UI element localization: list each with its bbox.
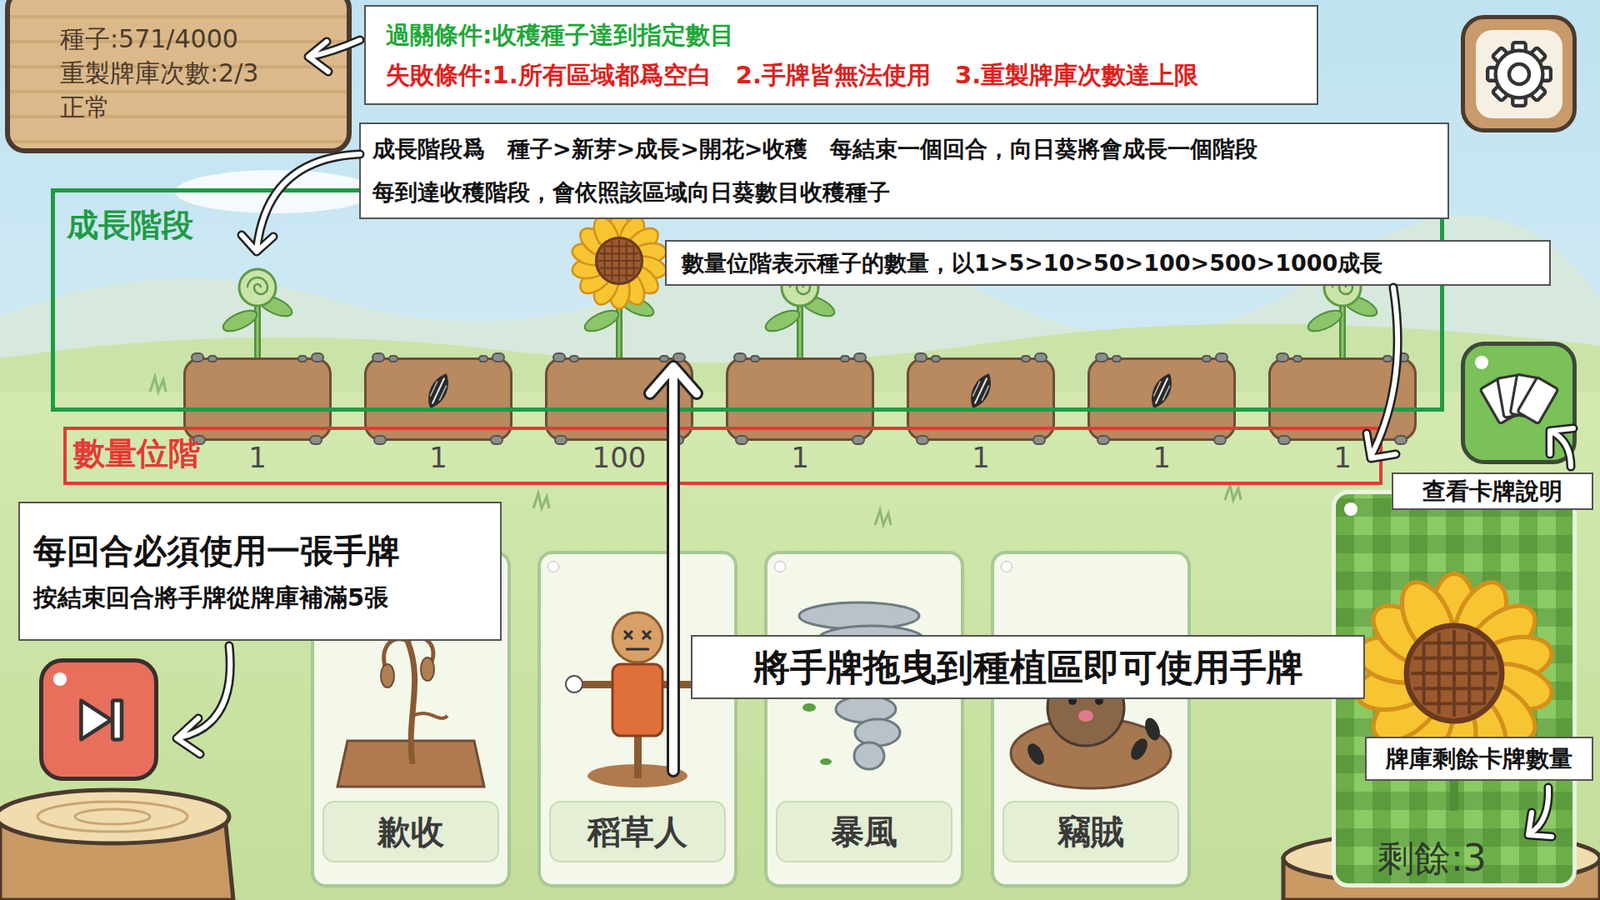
growth-note-box: 成長階段爲 種子>新芽>成長>開花>收穫 每結束一個回合，向日葵將會成長一個階段… (359, 122, 1450, 220)
stone (733, 352, 747, 363)
stone (190, 352, 205, 363)
card-label: 歉收 (322, 800, 500, 863)
stone (1111, 355, 1122, 363)
stone (659, 355, 670, 363)
card-label: 暴風 (775, 800, 953, 863)
quantity-tier-label: 數量位階 (73, 431, 200, 475)
drag-hint-box: 將手牌拖曳到種植區即可使用手牌 (690, 635, 1365, 700)
stone (1201, 355, 1212, 363)
quantity-tier-frame (63, 426, 1383, 485)
stone (478, 355, 489, 363)
status-sign: 種子:571/4000 重製牌庫次數:2/3 正常 (5, 0, 352, 154)
stone (1394, 435, 1408, 445)
stone (1277, 435, 1291, 445)
stone (1034, 352, 1048, 363)
button-corner-dot (53, 672, 67, 686)
hand-rule-title: 每回合必須使用一張手牌 (33, 529, 487, 573)
button-corner-dot (1475, 355, 1489, 370)
quantity-note-box: 數量位階表示種子的數量，以1>5>10>50>100>500>1000成長 (665, 240, 1551, 286)
settings-button[interactable] (1460, 15, 1577, 133)
growth-stage-label: 成長階段 (66, 203, 194, 247)
hand-card[interactable]: 暴風 (764, 550, 965, 888)
deck-count-label: 牌庫剩餘卡牌數量 (1365, 736, 1594, 781)
deck-corner-dot (1344, 502, 1358, 516)
stone (915, 435, 930, 445)
plant-area (364, 219, 513, 358)
card-label: 竊賊 (1002, 800, 1180, 863)
stone (554, 435, 568, 445)
stone (1395, 352, 1410, 363)
card-label: 稻草人 (549, 800, 726, 863)
card-info-button[interactable] (1460, 341, 1577, 465)
settings-button-face[interactable] (1475, 30, 1563, 119)
card-info-label: 查看卡牌說明 (1391, 472, 1594, 510)
hand-rule-detail: 按結束回合將手牌從牌庫補滿5張 (33, 580, 487, 615)
stone (569, 355, 580, 363)
stone (853, 352, 867, 363)
deck-remaining: 剩餘:3 (1377, 835, 1487, 882)
stone (1213, 435, 1227, 445)
card-corner-dot (547, 560, 560, 573)
sprout-icon (183, 219, 332, 358)
growth-note-line: 每到達收穫階段，會依照該區域向日葵數目收穫種子 (372, 176, 1436, 209)
seed-quantity: 100 (592, 440, 647, 475)
seed-quantity: 1 (248, 440, 267, 475)
stone (1215, 352, 1229, 363)
plot[interactable]: 1 (364, 219, 513, 475)
stone (1095, 352, 1109, 363)
stone (840, 355, 850, 363)
card-deck[interactable]: 剩餘:3 (1331, 490, 1577, 888)
seed-quantity: 1 (790, 440, 810, 475)
growth-note-line: 成長階段爲 種子>新芽>成長>開花>收穫 每結束一個回合，向日葵將會成長一個階段 (372, 133, 1436, 165)
condition-status: 正常 (60, 90, 347, 125)
stone (310, 352, 325, 363)
seed-count: 種子:571/4000 (60, 21, 347, 56)
stone (1096, 435, 1110, 445)
stone (750, 355, 760, 363)
seed-quantity: 1 (429, 440, 448, 475)
hand-card[interactable]: 稻草人 (537, 550, 738, 888)
card-corner-dot (1000, 560, 1013, 573)
stone (672, 352, 686, 363)
stone (1032, 435, 1046, 445)
card-corner-dot (774, 560, 786, 573)
stone (207, 355, 218, 363)
reset-count: 重製牌庫次數:2/3 (60, 55, 347, 90)
stone (1275, 352, 1290, 363)
cards-icon (1475, 360, 1563, 447)
stone (851, 435, 865, 445)
stone (914, 352, 928, 363)
tree-stump-left (0, 783, 242, 900)
plant-area (183, 219, 332, 358)
stone (1020, 355, 1031, 363)
stone (1382, 355, 1393, 363)
stone (491, 352, 505, 363)
plot[interactable]: 1 (183, 219, 332, 475)
stone (371, 352, 385, 363)
seed-quantity: 1 (1152, 440, 1171, 475)
stone (309, 435, 323, 445)
stone (1292, 355, 1303, 363)
win-condition: 過關條件:收穫種子達到指定數目 (385, 18, 1297, 52)
arrows-overlay (0, 0, 1600, 900)
stone (297, 355, 308, 363)
seed-quantity: 1 (1333, 440, 1352, 475)
end-turn-button[interactable] (39, 658, 159, 781)
stone (670, 435, 685, 445)
stone (735, 435, 749, 445)
stone (552, 352, 566, 363)
stone (388, 355, 399, 363)
hand-card[interactable]: 竊賊 (990, 550, 1191, 888)
stone (930, 355, 941, 363)
seed-quantity: 1 (971, 440, 990, 475)
hand-rule-box: 每回合必須使用一張手牌 按結束回合將手牌從牌庫補滿5張 (18, 501, 502, 641)
gear-icon (1483, 38, 1555, 110)
game-screen: 種子:571/4000 重製牌庫次數:2/3 正常 1 1 100 1 1 1 1 歉收稻草… (0, 0, 1600, 900)
skip-forward-icon (61, 682, 137, 758)
stone (373, 435, 387, 445)
stone (490, 435, 504, 445)
growth-stage-frame (50, 188, 1445, 412)
lose-condition: 失敗條件:1.所有區域都爲空白 2.手牌皆無法使用 3.重製牌庫次數達上限 (385, 58, 1297, 92)
rules-box: 過關條件:收穫種子達到指定數目 失敗條件:1.所有區域都爲空白 2.手牌皆無法使… (364, 5, 1319, 105)
